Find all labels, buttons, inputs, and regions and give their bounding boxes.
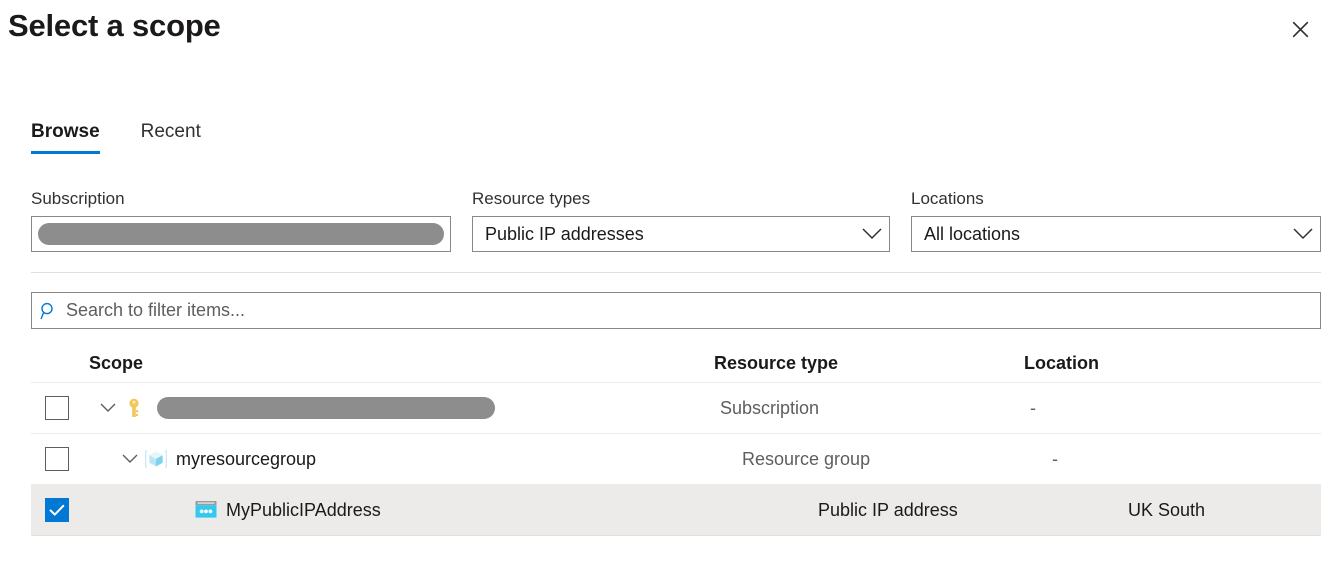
- locations-label: Locations: [911, 189, 984, 208]
- table-row[interactable]: Subscription -: [31, 383, 1321, 434]
- row-resource-type: Resource group: [742, 448, 871, 469]
- tab-browse[interactable]: Browse: [31, 120, 100, 154]
- chevron-down-icon[interactable]: [117, 454, 143, 464]
- table-row[interactable]: MyPublicIPAddress Public IP address UK S…: [31, 485, 1321, 536]
- search-icon: [32, 302, 66, 320]
- page-title: Select a scope: [8, 8, 221, 43]
- chevron-down-icon: [1286, 228, 1320, 240]
- close-button[interactable]: [1284, 13, 1316, 45]
- table-header-row: Scope Resource type Location: [31, 345, 1321, 383]
- tab-list: Browse Recent: [31, 120, 201, 154]
- search-input[interactable]: [66, 293, 1320, 328]
- row-scope-cell: MyPublicIPAddress: [89, 497, 818, 523]
- column-header-location[interactable]: Location: [1024, 353, 1321, 374]
- row-resource-type: Public IP address: [818, 499, 958, 520]
- row-scope-redacted-value: [157, 397, 495, 419]
- chevron-down-icon: [855, 228, 889, 240]
- row-scope-label: MyPublicIPAddress: [226, 499, 381, 520]
- key-icon: [121, 395, 147, 421]
- public-ip-address-icon: [193, 497, 219, 523]
- row-location: -: [1030, 397, 1036, 418]
- subscription-redacted-value: [38, 223, 444, 245]
- row-checkbox-cell: [31, 498, 89, 522]
- locations-select[interactable]: All locations: [911, 216, 1321, 252]
- dialog-header: Select a scope: [0, 0, 1338, 66]
- close-icon: [1292, 21, 1308, 37]
- row-checkbox-cell: [31, 396, 89, 420]
- row-checkbox[interactable]: [45, 498, 69, 522]
- resource-group-icon: [143, 446, 169, 472]
- locations-value: All locations: [924, 223, 1021, 244]
- resource-types-field: Resource types Public IP addresses: [472, 188, 890, 252]
- row-scope-cell: [89, 395, 720, 421]
- resource-types-label: Resource types: [472, 189, 591, 208]
- tab-recent[interactable]: Recent: [141, 120, 201, 154]
- locations-field: Locations All locations: [911, 188, 1321, 252]
- resource-types-select[interactable]: Public IP addresses: [472, 216, 890, 252]
- row-checkbox-cell: [31, 447, 89, 471]
- section-divider: [31, 272, 1321, 273]
- filter-bar: Subscription Resource types Public IP ad…: [31, 188, 1321, 252]
- column-header-resource-type[interactable]: Resource type: [714, 353, 1024, 374]
- subscription-field: Subscription: [31, 188, 451, 252]
- resource-types-value: Public IP addresses: [485, 223, 644, 244]
- row-scope-label: myresourcegroup: [176, 448, 317, 469]
- scope-table: Scope Resource type Location Subscriptio…: [31, 345, 1321, 536]
- column-header-scope[interactable]: Scope: [89, 353, 714, 374]
- tab-browse-label: Browse: [31, 121, 100, 142]
- row-resource-type: Subscription: [720, 397, 820, 418]
- row-checkbox[interactable]: [45, 447, 69, 471]
- subscription-label: Subscription: [31, 189, 125, 208]
- row-location: UK South: [1128, 499, 1206, 520]
- chevron-down-icon[interactable]: [95, 403, 121, 413]
- row-location: -: [1052, 448, 1058, 469]
- tab-recent-label: Recent: [140, 121, 201, 142]
- table-row[interactable]: myresourcegroup Resource group -: [31, 434, 1321, 485]
- checkmark-icon: [49, 504, 65, 516]
- subscription-select[interactable]: [31, 216, 451, 252]
- row-checkbox[interactable]: [45, 396, 69, 420]
- row-scope-cell: myresourcegroup: [89, 446, 742, 472]
- search-box[interactable]: [31, 292, 1321, 329]
